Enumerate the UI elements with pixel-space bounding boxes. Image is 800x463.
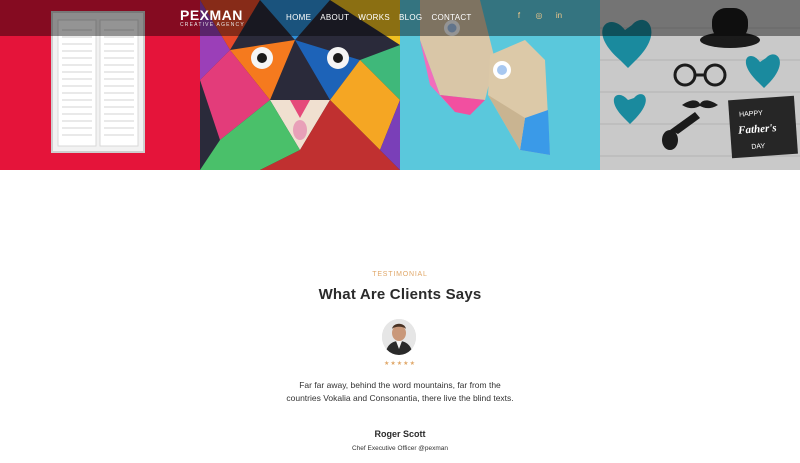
- client-role: Chef Executive Officer @pexman: [351, 445, 449, 452]
- testimonial-quote: Far far away, behind the word mountains,…: [0, 379, 800, 405]
- nav-contact[interactable]: CONTACT: [431, 12, 471, 23]
- main-menu: HOME ABOUT WORKS BLOG CONTACT: [286, 12, 472, 23]
- avatar: [382, 319, 416, 355]
- nav-home[interactable]: HOME: [286, 12, 311, 23]
- top-navbar: PEXMAN CREATIVE AGENCY HOME ABOUT WORKS …: [0, 0, 800, 36]
- section-kicker: TESTIMONIAL: [372, 271, 428, 278]
- nav-blog[interactable]: BLOG: [399, 12, 422, 23]
- section-title: What Are Clients Says: [318, 286, 482, 303]
- nav-about[interactable]: ABOUT: [320, 12, 349, 23]
- brand-logo[interactable]: PEXMAN CREATIVE AGENCY: [180, 8, 245, 28]
- facebook-icon[interactable]: f: [514, 11, 524, 21]
- client-name: Roger Scott: [374, 429, 426, 439]
- rating-stars: ★★★★★: [384, 361, 416, 367]
- brand-name: PEXMAN: [180, 7, 243, 23]
- social-links: f ◎ in: [514, 11, 564, 21]
- brand-tagline: CREATIVE AGENCY: [180, 22, 245, 28]
- quote-line-1: Far far away, behind the word mountains,…: [299, 380, 501, 390]
- linkedin-icon[interactable]: in: [554, 11, 564, 21]
- instagram-icon[interactable]: ◎: [534, 11, 544, 21]
- fathers-day-sign-line3: DAY: [751, 143, 766, 151]
- quote-line-2: countries Vokalia and Consonantia, there…: [286, 393, 514, 403]
- nav-works[interactable]: WORKS: [358, 12, 390, 23]
